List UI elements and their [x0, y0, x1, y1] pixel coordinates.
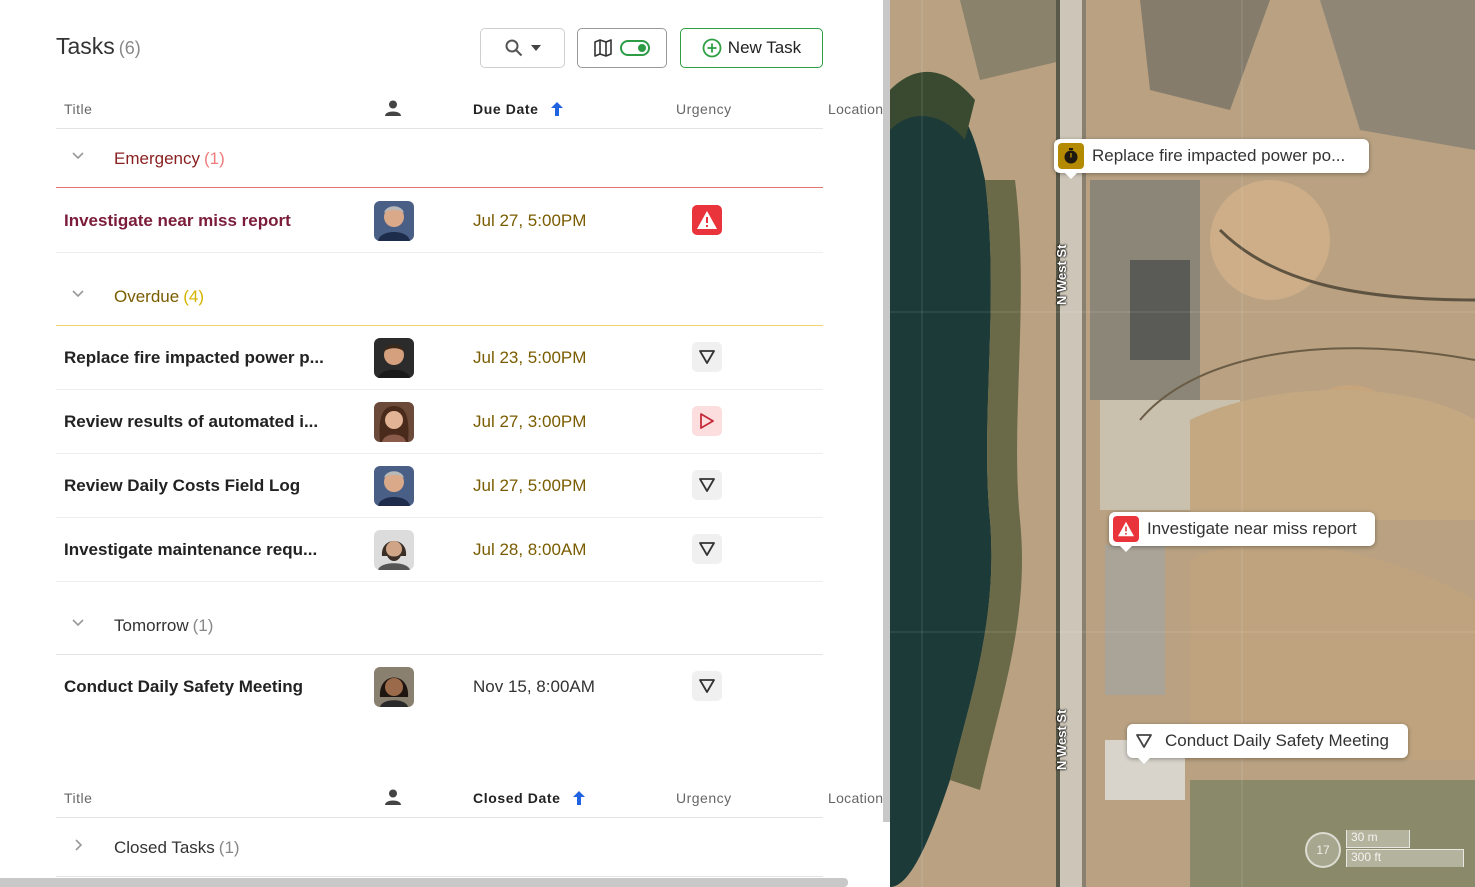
sort-ascending-icon	[550, 102, 563, 116]
task-title[interactable]: Replace fire impacted power p...	[64, 348, 324, 368]
task-title[interactable]: Conduct Daily Safety Meeting	[64, 677, 303, 697]
column-urgency[interactable]: Urgency	[676, 790, 732, 806]
person-icon	[385, 100, 401, 116]
stopwatch-icon	[1058, 143, 1084, 169]
urgency-badge	[692, 534, 722, 564]
page-title: Tasks (6)	[56, 33, 141, 59]
warning-icon	[1113, 516, 1139, 542]
zoom-level: 17	[1305, 832, 1341, 868]
chevron-down-icon[interactable]	[70, 286, 86, 302]
urgency-badge	[692, 470, 722, 500]
triangle-down-icon	[1131, 728, 1157, 754]
chevron-down-icon[interactable]	[70, 615, 86, 631]
warning-icon	[697, 211, 717, 229]
group-overdue[interactable]: Overdue (4)	[56, 268, 823, 326]
group-emergency[interactable]: Emergency (1)	[56, 130, 823, 188]
closed-tasks-table-header: Title Closed Date Urgency Location	[56, 778, 883, 818]
avatar	[374, 530, 414, 570]
triangle-right-icon	[700, 413, 714, 429]
task-title[interactable]: Investigate maintenance requ...	[64, 540, 317, 560]
map-icon	[594, 39, 612, 57]
column-assignee[interactable]	[384, 788, 402, 809]
avatar	[374, 201, 414, 241]
table-row[interactable]: Investigate near miss report Jul 27, 5:0…	[56, 189, 823, 253]
column-assignee[interactable]	[384, 99, 402, 120]
avatar	[374, 667, 414, 707]
triangle-down-icon	[699, 478, 715, 492]
column-urgency[interactable]: Urgency	[676, 101, 732, 117]
due-date: Jul 23, 5:00PM	[473, 348, 587, 367]
map-toggle-switch[interactable]	[620, 40, 650, 56]
urgency-badge	[692, 205, 722, 235]
group-tomorrow[interactable]: Tomorrow (1)	[56, 597, 823, 655]
column-title[interactable]: Title	[64, 790, 92, 806]
due-date: Jul 28, 8:00AM	[473, 540, 587, 559]
satellite-map[interactable]: N West St N West St Replace fire impacte…	[890, 0, 1475, 887]
sort-ascending-icon	[573, 791, 586, 805]
scale-meters: 30 m	[1346, 830, 1410, 848]
person-icon	[385, 789, 401, 805]
due-date: Nov 15, 8:00AM	[473, 677, 595, 696]
due-date: Jul 27, 5:00PM	[473, 476, 587, 495]
group-closed-tasks[interactable]: Closed Tasks (1)	[56, 819, 823, 877]
column-title[interactable]: Title	[64, 101, 92, 117]
horizontal-scrollbar[interactable]	[0, 878, 848, 887]
avatar	[374, 466, 414, 506]
road-label: N West St	[1054, 244, 1069, 305]
triangle-down-icon	[699, 679, 715, 693]
task-title[interactable]: Review results of automated i...	[64, 412, 318, 432]
table-row[interactable]: Investigate maintenance requ... Jul 28, …	[56, 518, 823, 582]
task-title[interactable]: Review Daily Costs Field Log	[64, 476, 300, 496]
avatar	[374, 338, 414, 378]
map-toggle-button[interactable]	[577, 28, 667, 68]
plus-circle-icon	[702, 38, 722, 58]
table-row[interactable]: Review results of automated i... Jul 27,…	[56, 390, 823, 454]
chevron-down-icon[interactable]	[70, 148, 86, 164]
vertical-scrollbar[interactable]	[883, 0, 890, 822]
road-label: N West St	[1054, 709, 1069, 770]
urgency-badge	[692, 671, 722, 701]
column-due-date[interactable]: Due Date	[473, 101, 563, 117]
map-pin[interactable]: Investigate near miss report	[1109, 512, 1375, 552]
scale-feet: 300 ft	[1346, 849, 1464, 867]
due-date: Jul 27, 5:00PM	[473, 211, 587, 230]
urgency-badge	[692, 342, 722, 372]
task-title[interactable]: Investigate near miss report	[64, 211, 291, 231]
new-task-button[interactable]: New Task	[680, 28, 823, 68]
open-tasks-table-header: Title Due Date Urgency Location	[56, 89, 883, 129]
table-row[interactable]: Replace fire impacted power p... Jul 23,…	[56, 326, 823, 390]
column-closed-date[interactable]: Closed Date	[473, 790, 586, 806]
search-filter-button[interactable]	[480, 28, 565, 68]
triangle-down-icon	[699, 542, 715, 556]
table-row[interactable]: Review Daily Costs Field Log Jul 27, 5:0…	[56, 454, 823, 518]
map-scale: 17 30 m 300 ft	[1305, 829, 1465, 869]
task-list-panel: Tasks (6) New Task Title Due Date Urgency…	[0, 0, 890, 887]
triangle-down-icon	[699, 350, 715, 364]
search-icon	[505, 39, 522, 57]
map-pin[interactable]: Replace fire impacted power po...	[1054, 139, 1369, 179]
chevron-down-icon	[530, 45, 541, 51]
chevron-right-icon[interactable]	[70, 837, 86, 853]
task-count: (6)	[118, 38, 141, 58]
map-pin[interactable]: Conduct Daily Safety Meeting	[1127, 724, 1408, 764]
urgency-badge	[692, 406, 722, 436]
column-location[interactable]: Location	[828, 101, 883, 117]
table-row[interactable]: Conduct Daily Safety Meeting Nov 15, 8:0…	[56, 655, 823, 719]
avatar	[374, 402, 414, 442]
column-location[interactable]: Location	[828, 790, 883, 806]
due-date: Jul 27, 3:00PM	[473, 412, 587, 431]
